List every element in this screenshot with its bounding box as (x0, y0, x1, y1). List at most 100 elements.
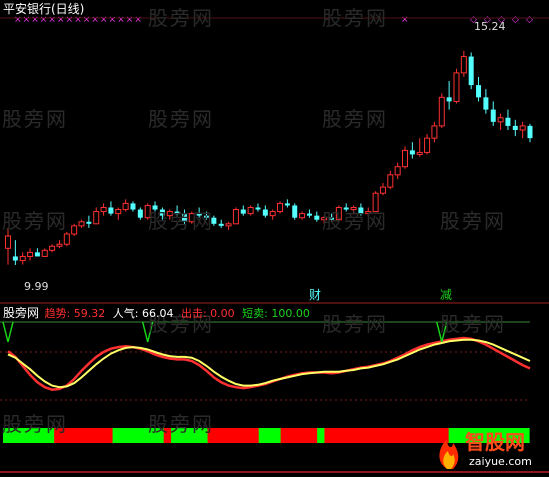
site-logo: 智股网 zaiyue.com (433, 427, 543, 473)
top-diamond-mark: ◇ (512, 15, 519, 25)
watermark: 股旁网 (148, 6, 214, 30)
band-segment (353, 428, 362, 443)
top-cross-mark: × (401, 15, 409, 25)
candle-body (130, 203, 136, 210)
candle-body (299, 213, 306, 219)
watermark: 股旁网 (148, 209, 214, 233)
candle-body (71, 225, 78, 235)
candle-body (416, 151, 423, 155)
candle-body (41, 249, 48, 257)
candle-body (63, 233, 70, 245)
band-segment (375, 428, 384, 443)
candle-body (49, 245, 56, 251)
candle-body (453, 72, 460, 102)
band-segment (258, 428, 267, 443)
band-segment (287, 428, 296, 443)
legend-attack: 出击: 0.00 (180, 307, 235, 320)
candle-body (247, 206, 254, 215)
top-cross-mark: × (117, 15, 125, 25)
candle-body (255, 207, 261, 210)
candle-body (100, 206, 107, 213)
candle-body (394, 166, 401, 176)
top-cross-mark: × (31, 15, 39, 25)
band-segment (280, 428, 289, 443)
candle-body (27, 251, 34, 257)
candle-body (262, 209, 268, 216)
candle-body (314, 215, 320, 220)
candle-body (379, 186, 386, 194)
band-segment (295, 428, 304, 443)
legend-mood: 人气: 66.04 (112, 307, 174, 320)
band-segment (236, 428, 245, 443)
legend-short-sell: 短卖: 100.00 (242, 307, 310, 320)
candle-body (402, 149, 409, 168)
band-segment (112, 428, 121, 443)
candle-body (497, 117, 504, 123)
candle-body (56, 243, 63, 247)
indicator-name: 股旁网 (3, 306, 40, 320)
candle-body (431, 125, 438, 139)
candle-body (108, 207, 114, 214)
candle-body (387, 174, 394, 188)
band-segment (119, 428, 128, 443)
top-cross-mark: × (126, 15, 134, 25)
band-segment (105, 428, 114, 443)
logo-name: 智股网 (465, 430, 525, 454)
watermark: 股旁网 (322, 209, 388, 233)
band-segment (83, 428, 92, 443)
band-segment (382, 428, 391, 443)
candle-body (446, 97, 452, 102)
watermark: 股旁网 (440, 312, 506, 336)
candle-body (527, 125, 533, 139)
mood-line (7, 338, 531, 389)
reduce-marker[interactable]: 减 (440, 289, 452, 302)
top-cross-mark: × (57, 15, 65, 25)
chart-title: 平安银行(日线) (3, 2, 85, 16)
candle-body (306, 213, 312, 216)
band-segment (302, 428, 311, 443)
top-marker-row: × × × × × × × × × × × × × × × × ◇ ◇ ◇ ◇ ◇ (14, 15, 533, 25)
candle-body (12, 256, 18, 261)
top-cross-mark: × (23, 15, 31, 25)
top-cross-mark: × (66, 15, 74, 25)
top-cross-mark: × (100, 15, 108, 25)
watermark: 股旁网 (2, 107, 68, 131)
top-diamond-mark: ◇ (526, 15, 533, 25)
watermark: 股旁网 (322, 312, 388, 336)
band-segment (317, 428, 326, 443)
watermark: 股旁网 (322, 6, 388, 30)
band-segment (90, 428, 99, 443)
candle-body (93, 211, 100, 225)
candle-body (86, 221, 92, 224)
band-segment (127, 428, 136, 443)
candle-body (292, 205, 298, 218)
band-segment (273, 428, 282, 443)
candle-body (519, 125, 526, 131)
candle-body (284, 203, 290, 206)
candle-body (483, 97, 489, 110)
candle-body (512, 125, 518, 130)
band-segment (244, 428, 252, 443)
band-segment (266, 428, 274, 443)
stock-chart[interactable]: × × × × × × × × × × × × × × × × ◇ ◇ ◇ ◇ ◇ (0, 0, 549, 477)
candle-body (468, 56, 474, 86)
top-cross-mark: × (74, 15, 82, 25)
signal-marker (2, 321, 14, 343)
band-segment (346, 428, 355, 443)
candle-body (277, 202, 284, 213)
candle-body (505, 117, 511, 126)
band-segment (214, 428, 223, 443)
band-segment (360, 428, 369, 443)
legend-trend: 趋势: 59.32 (44, 307, 106, 320)
band-segment (368, 428, 377, 443)
band-segment (229, 428, 238, 443)
candle-body (78, 221, 85, 227)
band-segment (251, 428, 260, 443)
band-segment (97, 428, 106, 443)
band-segment (331, 428, 340, 443)
watermark: 股旁网 (148, 412, 214, 436)
low-price-label: 9.99 (24, 280, 49, 293)
band-segment (419, 428, 428, 443)
band-segment (68, 428, 77, 443)
finance-marker[interactable]: 财 (309, 289, 321, 302)
